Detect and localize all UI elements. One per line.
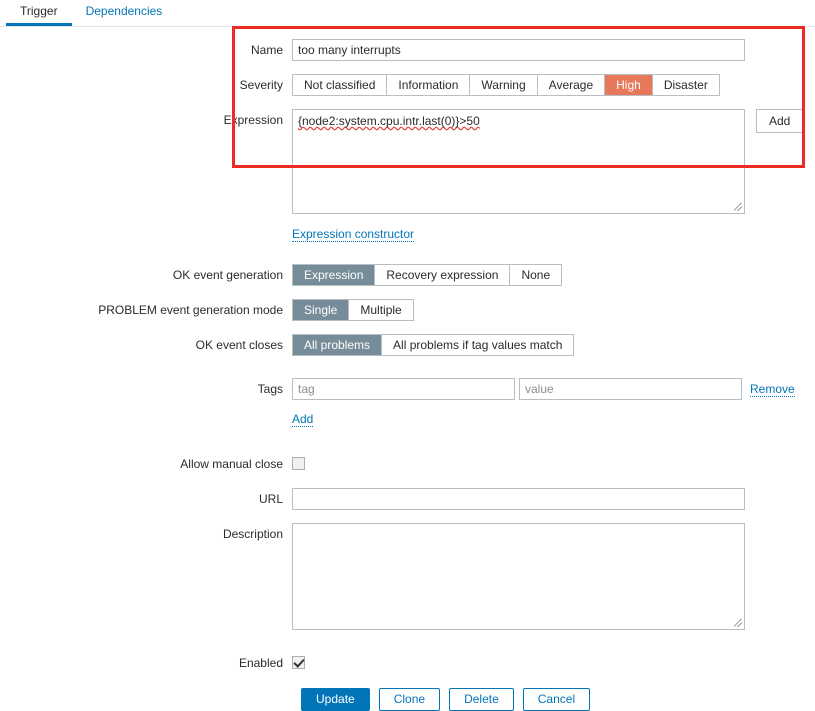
allow-manual-close-checkbox[interactable]	[292, 457, 305, 470]
problem-event-generation-mode-segmented-control: Single Multiple	[292, 299, 414, 321]
severity-option-high[interactable]: High	[605, 75, 653, 95]
row-problem-event-generation-mode: PROBLEM event generation mode Single Mul…	[0, 299, 815, 321]
tag-add-row: Add	[292, 400, 795, 427]
row-expression-constructor: Expression constructor	[0, 227, 815, 242]
expression-constructor-link[interactable]: Expression constructor	[292, 227, 415, 242]
enabled-checkbox[interactable]	[292, 656, 305, 669]
ok-event-closes-option-all-problems[interactable]: All problems	[293, 335, 383, 355]
trigger-form: Name Severity Not classified Information…	[0, 27, 815, 711]
severity-option-average[interactable]: Average	[537, 75, 606, 95]
tab-trigger-label: Trigger	[20, 4, 58, 18]
severity-option-information[interactable]: Information	[387, 75, 471, 95]
update-button[interactable]: Update	[301, 688, 370, 711]
url-input[interactable]	[292, 488, 745, 510]
row-description: Description	[0, 523, 815, 630]
severity-option-not-classified[interactable]: Not classified	[293, 75, 388, 95]
problem-event-generation-mode-option-single[interactable]: Single	[293, 300, 350, 320]
ok-event-generation-option-expression[interactable]: Expression	[293, 265, 376, 285]
tag-name-input[interactable]	[292, 378, 515, 400]
tab-dependencies-label: Dependencies	[85, 4, 163, 18]
url-label: URL	[258, 492, 283, 506]
severity-segmented-control: Not classified Information Warning Avera…	[292, 74, 720, 96]
expression-textarea[interactable]: {node2:system.cpu.intr.last(0)}>50	[292, 109, 745, 214]
row-ok-event-closes: OK event closes All problems All problem…	[0, 334, 815, 356]
delete-button[interactable]: Delete	[449, 688, 514, 711]
tag-row: Remove	[292, 378, 795, 400]
row-allow-manual-close: Allow manual close	[0, 453, 815, 475]
name-input[interactable]	[292, 39, 745, 61]
ok-event-generation-option-recovery-expression[interactable]: Recovery expression	[375, 265, 511, 285]
ok-event-closes-option-tag-values-match[interactable]: All problems if tag values match	[382, 335, 574, 355]
tag-value-input[interactable]	[519, 378, 742, 400]
row-enabled: Enabled	[0, 652, 815, 674]
tab-bar: Trigger Dependencies	[0, 0, 815, 27]
row-tags: Tags Remove Add	[0, 378, 815, 427]
expression-label: Expression	[223, 113, 283, 127]
ok-event-generation-option-none[interactable]: None	[510, 265, 562, 285]
tags-list: Remove Add	[292, 378, 795, 427]
severity-option-warning[interactable]: Warning	[470, 75, 538, 95]
problem-event-generation-mode-option-multiple[interactable]: Multiple	[349, 300, 413, 320]
description-textarea[interactable]	[292, 523, 745, 630]
row-expression: Expression {node2:system.cpu.intr.last(0…	[0, 109, 815, 214]
tags-label: Tags	[257, 382, 283, 396]
cancel-button[interactable]: Cancel	[522, 688, 591, 711]
expression-value: {node2:system.cpu.intr.last(0)}>50	[298, 114, 480, 128]
row-url: URL	[0, 488, 815, 510]
ok-event-generation-segmented-control: Expression Recovery expression None	[292, 264, 563, 286]
allow-manual-close-label: Allow manual close	[180, 457, 283, 471]
tag-add-link[interactable]: Add	[292, 412, 314, 427]
name-label: Name	[250, 43, 283, 57]
severity-label: Severity	[239, 78, 283, 92]
row-name: Name	[0, 39, 815, 61]
tag-remove-link[interactable]: Remove	[750, 382, 795, 397]
enabled-label: Enabled	[238, 656, 283, 670]
ok-event-closes-label: OK event closes	[195, 338, 283, 352]
description-label: Description	[222, 527, 283, 541]
ok-event-closes-segmented-control: All problems All problems if tag values …	[292, 334, 575, 356]
severity-option-disaster[interactable]: Disaster	[652, 75, 719, 95]
tab-dependencies[interactable]: Dependencies	[72, 0, 177, 25]
row-severity: Severity Not classified Information Warn…	[0, 74, 815, 96]
clone-button[interactable]: Clone	[378, 688, 441, 711]
tab-trigger[interactable]: Trigger	[6, 0, 72, 26]
ok-event-generation-label: OK event generation	[172, 268, 283, 282]
row-ok-event-generation: OK event generation Expression Recovery …	[0, 264, 815, 286]
form-action-buttons: Update Clone Delete Cancel	[0, 688, 815, 711]
expression-add-button[interactable]: Add	[756, 109, 804, 133]
problem-event-generation-mode-label: PROBLEM event generation mode	[98, 303, 283, 317]
